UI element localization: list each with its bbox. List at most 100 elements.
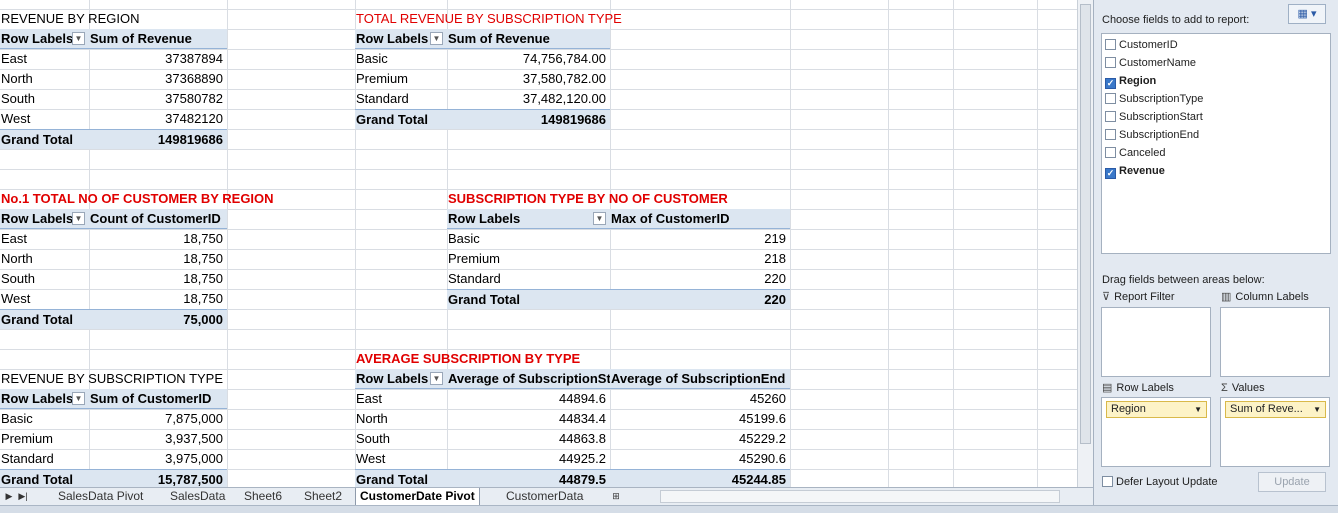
checked-checkbox[interactable]: ✓ [1105, 78, 1116, 89]
field-item[interactable]: Canceled [1105, 144, 1165, 162]
row-value: 44925.2 [559, 451, 606, 466]
row-labels-header: Row Labels ▼ [355, 369, 447, 389]
filter-dropdown-icon[interactable]: ▼ [72, 32, 85, 45]
field-item[interactable]: SubscriptionStart [1105, 108, 1203, 126]
row-value: 220 [764, 271, 786, 286]
sheet-tab-bar: ▶ ▶| SalesData Pivot SalesData Sheet6 Sheet… [0, 487, 1093, 505]
row-value: 37,482,120.00 [522, 91, 606, 106]
grand-total-label: Grand Total [0, 469, 89, 487]
values-label: Values [1231, 382, 1265, 394]
field-item[interactable]: CustomerID [1105, 36, 1178, 54]
sigma-icon: Σ [1221, 382, 1228, 394]
field-item[interactable]: SubscriptionType [1105, 90, 1203, 108]
value-header: Max of CustomerID [610, 209, 790, 229]
sheet-tab[interactable]: Sheet2 [300, 488, 346, 505]
row-label: East [1, 51, 28, 66]
pivot-title: No.1 TOTAL NO OF CUSTOMER BY REGION [1, 191, 274, 206]
gridline [1037, 0, 1038, 487]
value-header: Sum of Revenue [447, 29, 610, 49]
row-label: Premium [356, 71, 409, 86]
row-label: Basic [448, 231, 480, 246]
row-label: South [356, 431, 390, 446]
defer-checkbox[interactable] [1102, 476, 1113, 487]
sheet-tab[interactable]: SalesData Pivot [54, 488, 147, 505]
grand-total-label: Grand Total [447, 289, 610, 309]
gridline [953, 0, 954, 487]
pivot-title: REVENUE BY REGION [1, 11, 140, 26]
row-label: South [1, 271, 35, 286]
row-labels-header: ▤ Row Labels [1102, 380, 1174, 396]
row-label: Premium [1, 431, 54, 446]
pivot-field-list-pane: Choose fields to add to report: ▦ ▾ Cust… [1093, 0, 1338, 505]
row-value: 45260 [749, 391, 786, 406]
values-area[interactable]: Sum of Reve... ▼ [1220, 397, 1330, 467]
field-list-layout-button[interactable]: ▦ ▾ [1288, 4, 1326, 24]
horizontal-scrollbar[interactable] [660, 490, 1060, 503]
chevron-down-icon[interactable]: ▼ [1194, 402, 1202, 417]
field-item[interactable]: CustomerName [1105, 54, 1196, 72]
value-header: Count of CustomerID [89, 209, 227, 229]
grand-total-value: 45244.85 [610, 469, 790, 487]
defer-layout-update[interactable]: Defer Layout Update [1102, 474, 1218, 490]
field-item[interactable]: ✓ Region [1105, 72, 1156, 90]
field-name: CustomerName [1119, 57, 1197, 69]
filter-dropdown-icon[interactable]: ▼ [72, 392, 85, 405]
column-labels-icon: ▥ [1221, 291, 1232, 303]
sheet-tab[interactable]: CustomerDate Pivot [355, 488, 480, 505]
sheet-tab[interactable]: CustomerData [502, 488, 587, 505]
report-filter-label: Report Filter [1114, 291, 1175, 303]
filter-icon: ⊽ [1102, 291, 1111, 303]
checkbox[interactable] [1105, 93, 1116, 104]
first-sheet-icon[interactable]: ▶ [2, 489, 16, 504]
filter-dropdown-icon[interactable]: ▼ [430, 32, 443, 45]
vertical-scrollbar[interactable] [1077, 0, 1093, 487]
checkbox[interactable] [1105, 147, 1116, 158]
row-labels-header: Row Labels ▼ [0, 209, 89, 229]
value-header: Sum of CustomerID [89, 389, 227, 409]
chevron-down-icon[interactable]: ▼ [1313, 402, 1321, 417]
row-labels-area[interactable]: Region ▼ [1101, 397, 1211, 467]
filter-dropdown-icon[interactable]: ▼ [430, 372, 443, 385]
values-header: Σ Values [1221, 380, 1265, 396]
insert-sheet-icon[interactable]: ⊞ [608, 489, 624, 504]
filter-dropdown-icon[interactable]: ▼ [593, 212, 606, 225]
grand-total-value: 149819686 [89, 129, 227, 149]
status-bar [0, 505, 1338, 513]
row-labels-label: Row Labels [1116, 382, 1174, 394]
value-field-pill[interactable]: Sum of Reve... ▼ [1225, 401, 1326, 418]
checkbox[interactable] [1105, 39, 1116, 50]
report-filter-area[interactable] [1101, 307, 1211, 377]
row-value: 7,875,000 [165, 411, 223, 426]
gridline [0, 329, 1077, 330]
grand-total-label: Grand Total [0, 129, 89, 149]
worksheet-grid[interactable]: REVENUE BY REGION Row Labels ▼ Sum of Reven… [0, 0, 1077, 487]
update-button[interactable]: Update [1258, 472, 1326, 492]
field-name: CustomerID [1119, 39, 1178, 51]
pivot-title: AVERAGE SUBSCRIPTION BY TYPE [356, 351, 581, 366]
row-label: Standard [1, 451, 54, 466]
checked-checkbox[interactable]: ✓ [1105, 168, 1116, 179]
pivot-title: TOTAL REVENUE BY SUBSCRIPTION TYPE [356, 11, 622, 26]
grand-total-value: 149819686 [447, 109, 610, 129]
next-sheet-icon[interactable]: ▶| [16, 489, 30, 504]
checkbox[interactable] [1105, 57, 1116, 68]
field-name: SubscriptionStart [1119, 111, 1203, 123]
row-value: 18,750 [183, 271, 223, 286]
field-item[interactable]: ✓ Revenue [1105, 162, 1165, 180]
row-value: 3,937,500 [165, 431, 223, 446]
row-value: 37368890 [165, 71, 223, 86]
sheet-tab[interactable]: SalesData [166, 488, 229, 505]
grand-total-label: Grand Total [355, 469, 447, 487]
grand-total-value: 75,000 [89, 309, 227, 329]
filter-dropdown-icon[interactable]: ▼ [72, 212, 85, 225]
sheet-tab[interactable]: Sheet6 [240, 488, 286, 505]
field-item[interactable]: SubscriptionEnd [1105, 126, 1199, 144]
row-field-pill[interactable]: Region ▼ [1106, 401, 1207, 418]
checkbox[interactable] [1105, 129, 1116, 140]
checkbox[interactable] [1105, 111, 1116, 122]
column-labels-area[interactable] [1220, 307, 1330, 377]
row-field-label: Region [1111, 403, 1146, 415]
row-value: 45290.6 [739, 451, 786, 466]
vertical-scroll-thumb[interactable] [1080, 4, 1091, 444]
row-value: 218 [764, 251, 786, 266]
